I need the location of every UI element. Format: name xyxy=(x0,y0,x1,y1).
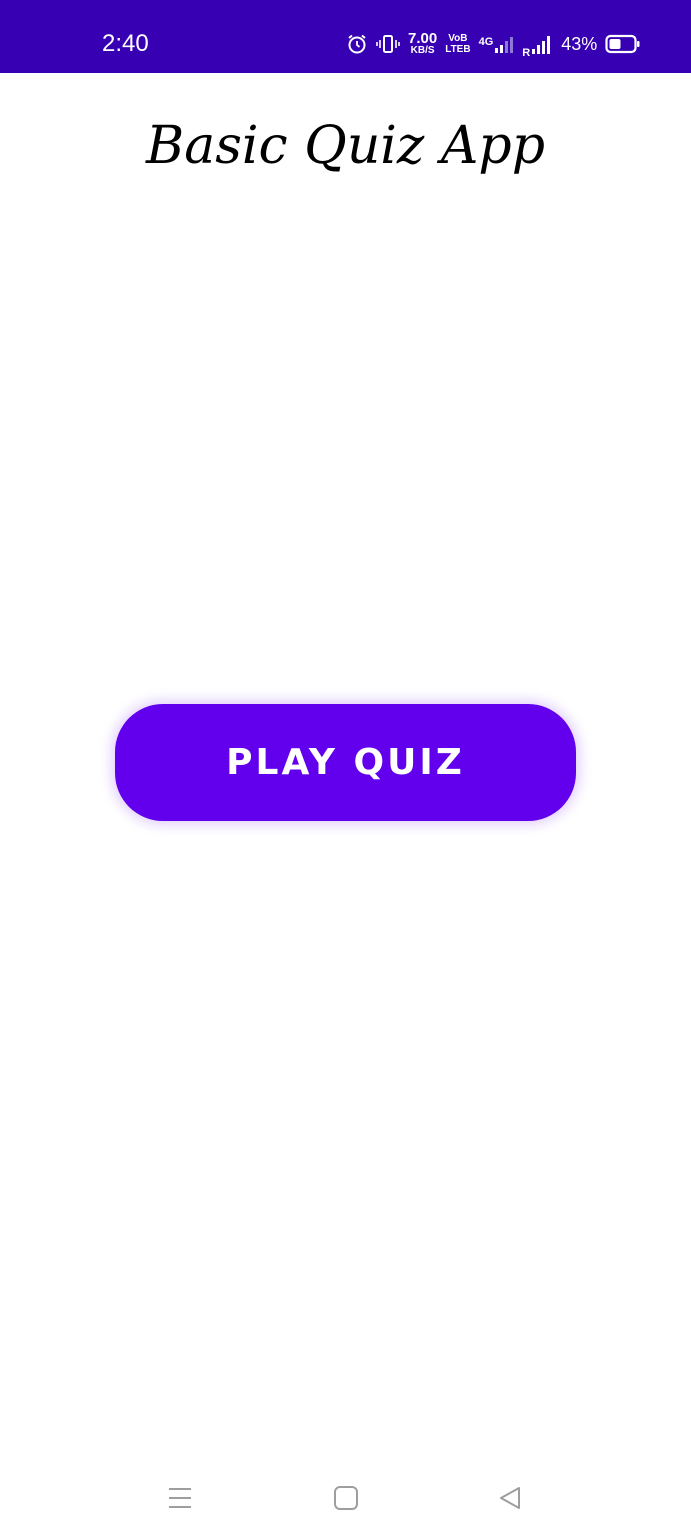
volte-indicator: VoB LTEB xyxy=(445,33,470,55)
status-icons: 7.00 KB/S VoB LTEB 4G R 43% xyxy=(346,28,641,60)
alarm-icon xyxy=(346,33,368,55)
network-type-label: 4G xyxy=(478,36,494,48)
recent-apps-icon xyxy=(169,1488,191,1508)
vibrate-icon xyxy=(376,33,400,55)
back-button[interactable] xyxy=(490,1478,530,1518)
status-bar: 2:40 7.00 KB/S VoB LTEB 4G R 43% xyxy=(0,0,691,73)
roaming-label: R xyxy=(522,47,531,59)
cell-signal-group: R xyxy=(522,33,553,59)
quiz-home-screen: 2:40 7.00 KB/S VoB LTEB 4G R 43% Basic Q… xyxy=(0,0,691,1536)
home-icon xyxy=(334,1486,358,1510)
volte-bottom-label: LTEB xyxy=(445,44,471,55)
net-speed-unit: KB/S xyxy=(410,45,435,56)
battery-icon xyxy=(605,33,641,55)
data-network-indicator: 4G xyxy=(479,34,515,54)
play-quiz-button[interactable]: PLAY QUIZ xyxy=(115,704,576,821)
wifi-signal-icon xyxy=(495,37,514,53)
net-speed-indicator: 7.00 KB/S xyxy=(408,30,438,56)
status-time: 2:40 xyxy=(102,30,149,57)
volte-top-label: VoB xyxy=(448,33,468,44)
back-icon xyxy=(500,1487,520,1509)
page-title: Basic Quiz App xyxy=(146,116,545,176)
home-button[interactable] xyxy=(326,1478,366,1518)
net-speed-value: 7.00 xyxy=(408,30,438,47)
system-nav-bar xyxy=(0,1460,691,1536)
recent-apps-button[interactable] xyxy=(160,1478,200,1518)
battery-percent: 43% xyxy=(561,34,598,54)
